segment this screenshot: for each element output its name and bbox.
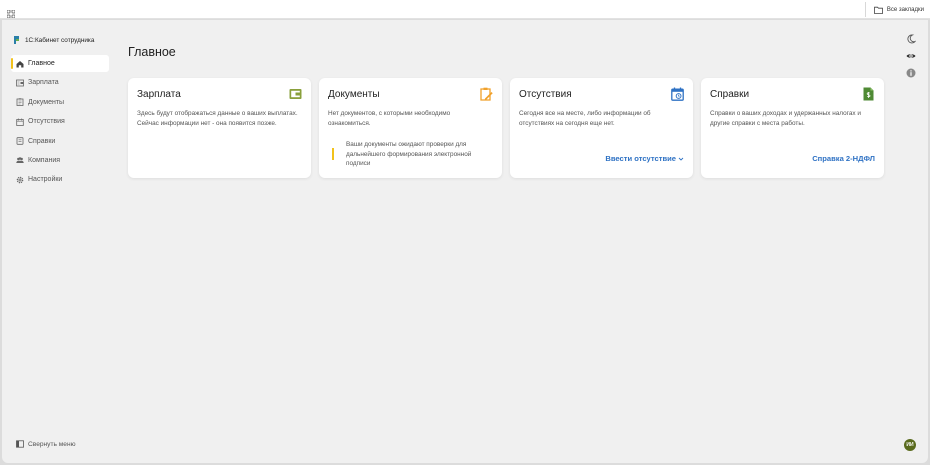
calendar-icon bbox=[16, 118, 24, 126]
chevron-down-icon bbox=[678, 157, 684, 161]
absences-card[interactable]: Отсутствия Сегодня все на месте, либо ин… bbox=[510, 78, 693, 178]
people-icon bbox=[16, 156, 24, 164]
certificates-card[interactable]: Справки Справки о ваших доходах и удержа… bbox=[701, 78, 884, 178]
documents-icon bbox=[16, 98, 24, 107]
moon-icon bbox=[907, 34, 916, 44]
sidebar-panel-icon bbox=[16, 440, 24, 448]
calendar-clock-icon bbox=[671, 87, 684, 101]
gear-icon bbox=[16, 176, 24, 184]
card-description: Сегодня все на месте, либо информации об… bbox=[519, 110, 651, 127]
card-title: Отсутствия bbox=[519, 89, 572, 100]
page-title: Главное bbox=[128, 45, 176, 59]
card-description: Здесь будут отображаться данные о ваших … bbox=[137, 110, 298, 127]
all-bookmarks-button[interactable]: Все закладки bbox=[864, 2, 924, 17]
sidebar-item-label: Документы bbox=[28, 98, 65, 106]
card-title: Документы bbox=[328, 89, 380, 100]
sidebar-item-company[interactable]: Компания bbox=[11, 152, 109, 169]
wallet-icon bbox=[289, 87, 302, 101]
card-title: Зарплата bbox=[137, 89, 181, 100]
sidebar-item-label: Отсутствия bbox=[28, 118, 65, 126]
sidebar-item-absences[interactable]: Отсутствия bbox=[11, 113, 109, 130]
clipboard-pen-icon bbox=[480, 87, 493, 101]
enter-absence-label: Ввести отсутствие bbox=[605, 154, 676, 163]
card-description: Нет документов, с которыми необходимо оз… bbox=[328, 110, 451, 127]
sidebar-item-settings[interactable]: Настройки bbox=[11, 171, 109, 188]
card-title: Справки bbox=[710, 89, 750, 100]
user-avatar[interactable]: ИИ bbox=[904, 439, 916, 451]
salary-icon bbox=[16, 79, 24, 87]
collapse-menu-button[interactable]: Свернуть меню bbox=[16, 440, 76, 448]
enter-absence-link[interactable]: Ввести отсутствие bbox=[605, 154, 684, 163]
all-bookmarks-label: Все закладки bbox=[886, 6, 924, 13]
info-button[interactable] bbox=[906, 68, 916, 78]
salary-card[interactable]: Зарплата Здесь будут отображаться данные… bbox=[128, 78, 311, 178]
sidebar-item-label: Справки bbox=[28, 137, 56, 145]
eye-icon bbox=[906, 54, 916, 58]
home-icon bbox=[16, 60, 24, 68]
document-dollar-icon bbox=[862, 87, 875, 101]
sidebar-item-documents[interactable]: Документы bbox=[11, 94, 109, 111]
sidebar-item-home[interactable]: Главное bbox=[11, 55, 109, 72]
sidebar-item-label: Зарплата bbox=[28, 79, 59, 87]
sidebar-item-label: Компания bbox=[28, 156, 61, 164]
apps-grid-icon[interactable] bbox=[6, 5, 16, 19]
info-icon bbox=[906, 68, 916, 78]
folder-icon bbox=[873, 6, 883, 14]
sidebar-item-label: Настройки bbox=[28, 176, 63, 184]
sidebar-item-salary[interactable]: Зарплата bbox=[11, 74, 109, 91]
ndfl-certificate-link[interactable]: Справка 2-НДФЛ bbox=[812, 154, 875, 163]
brand-logo[interactable]: 1С:Кабинет сотрудника bbox=[13, 35, 94, 45]
card-note: Ваши документы ожидают проверки для даль… bbox=[346, 141, 472, 168]
certificate-icon bbox=[16, 137, 24, 145]
documents-card[interactable]: Документы Нет документов, с которыми нео… bbox=[319, 78, 502, 178]
logo-icon bbox=[14, 36, 19, 44]
browser-bookmarks-bar: Все закладки bbox=[0, 0, 930, 19]
visibility-toggle[interactable] bbox=[906, 51, 916, 61]
app-window: 1С:Кабинет сотрудника Главное Зарплата Д… bbox=[2, 20, 928, 463]
note-accent-bar bbox=[332, 148, 334, 160]
collapse-menu-label: Свернуть меню bbox=[28, 440, 76, 448]
card-description: Справки о ваших доходах и удержанных нал… bbox=[710, 110, 861, 127]
sidebar-item-label: Главное bbox=[28, 60, 55, 67]
brand-name: 1С:Кабинет сотрудника bbox=[25, 36, 95, 44]
sidebar-nav: Главное Зарплата Документы Отсутствия Сп… bbox=[11, 55, 109, 191]
sidebar-item-certificates[interactable]: Справки bbox=[11, 133, 109, 150]
dark-mode-toggle[interactable] bbox=[906, 34, 916, 44]
ndfl-certificate-label: Справка 2-НДФЛ bbox=[812, 154, 875, 163]
sidebar: 1С:Кабинет сотрудника Главное Зарплата Д… bbox=[2, 20, 114, 463]
right-toolbar bbox=[906, 34, 916, 85]
